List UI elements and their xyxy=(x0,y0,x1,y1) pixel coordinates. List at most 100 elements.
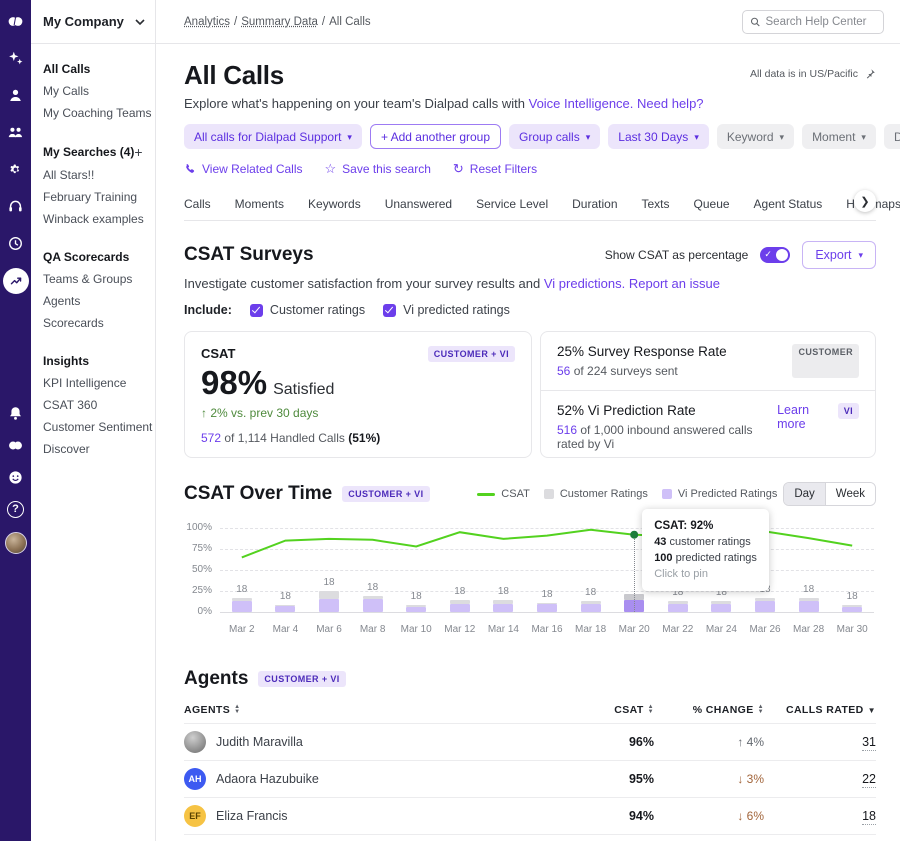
sidebar-item-csat-360[interactable]: CSAT 360 xyxy=(43,394,143,416)
avatar: EF xyxy=(184,805,206,827)
breadcrumb-summary-data[interactable]: Summary Data xyxy=(241,16,318,28)
user-avatar[interactable] xyxy=(5,532,27,554)
agent-csat: 94% xyxy=(584,809,654,823)
chart-plot-area[interactable]: CSAT: 92% 43 customer ratings 100 predic… xyxy=(220,524,874,616)
page-title: All Calls xyxy=(184,60,284,91)
header-agents[interactable]: AGENTS▲▼ xyxy=(184,704,584,716)
table-row[interactable]: AHAdaora Hazubuike 95% ↓ 3% 22 xyxy=(184,760,876,797)
chevron-down-icon: ▾ xyxy=(694,132,699,143)
sidebar-item-kpi-intelligence[interactable]: KPI Intelligence xyxy=(43,372,143,394)
dialpad-chat-icon[interactable] xyxy=(7,436,25,454)
sidebar-item-my-coaching-teams[interactable]: My Coaching Teams xyxy=(43,102,143,124)
calls-rated-link[interactable]: 31 xyxy=(862,735,876,751)
tab-keywords[interactable]: Keywords xyxy=(308,197,361,220)
table-row[interactable]: EFEliza Francis 94% ↓ 6% 18 xyxy=(184,797,876,834)
sidebar-item-winback-examples[interactable]: Winback examples xyxy=(43,208,143,230)
feedback-smiley-icon[interactable] xyxy=(7,468,25,486)
need-help-link[interactable]: Need help? xyxy=(637,96,704,111)
breadcrumb: Analytics/Summary Data/All Calls xyxy=(184,16,371,28)
tab-agent-status[interactable]: Agent Status xyxy=(754,197,823,220)
settings-gear-icon[interactable] xyxy=(7,160,25,178)
rate-cards: 25% Survey Response Rate 56 of 224 surve… xyxy=(540,331,876,458)
main-area: Analytics/Summary Data/All Calls All Cal… xyxy=(156,0,900,841)
day-toggle-button[interactable]: Day xyxy=(784,483,824,505)
voice-intelligence-link[interactable]: Voice Intelligence. xyxy=(529,96,634,111)
customer-badge: CUSTOMER xyxy=(792,344,859,378)
sidebar-item-all-calls[interactable]: All Calls xyxy=(43,58,143,80)
coaching-teams-icon[interactable] xyxy=(7,123,25,141)
timezone-note: All data is in US/Pacific xyxy=(750,68,876,80)
sidebar-item-february-training[interactable]: February Training xyxy=(43,186,143,208)
agent-csat: 96% xyxy=(584,735,654,749)
header-calls-rated[interactable]: CALLS RATED▼ xyxy=(764,704,876,716)
report-issue-link[interactable]: Report an issue xyxy=(629,276,720,291)
group-calls-filter[interactable]: Group calls▾ xyxy=(509,124,600,149)
week-toggle-button[interactable]: Week xyxy=(825,483,875,505)
csat-percentage-toggle-label: Show CSAT as percentage xyxy=(605,248,749,262)
tab-queue[interactable]: Queue xyxy=(694,197,730,220)
customer-ratings-checkbox[interactable]: Customer ratings xyxy=(250,303,365,317)
breadcrumb-analytics[interactable]: Analytics xyxy=(184,16,230,28)
chevron-down-icon: ▾ xyxy=(861,132,866,143)
filter-group-pill[interactable]: All calls for Dialpad Support▾ xyxy=(184,124,362,149)
sidebar-item-teams-groups[interactable]: Teams & Groups xyxy=(43,268,143,290)
add-search-button[interactable]: + xyxy=(134,144,144,160)
support-headset-icon[interactable] xyxy=(7,197,25,215)
sidebar-item-scorecards[interactable]: Scorecards xyxy=(43,312,143,334)
tab-service-level[interactable]: Service Level xyxy=(476,197,548,220)
tab-texts[interactable]: Texts xyxy=(642,197,670,220)
analytics-icon-active[interactable] xyxy=(3,268,29,294)
tab-moments[interactable]: Moments xyxy=(235,197,284,220)
app-root: ? My Company All Calls My Calls My Coach… xyxy=(0,0,900,841)
call-history-icon[interactable] xyxy=(7,234,25,252)
date-range-filter[interactable]: Last 30 Days▾ xyxy=(608,124,709,149)
csat-description: Investigate customer satisfaction from y… xyxy=(184,276,876,291)
prediction-rate-title: 52% Vi Prediction Rate xyxy=(557,403,777,418)
company-selector[interactable]: My Company xyxy=(31,0,155,44)
table-row[interactable]: Philippe Salah 94% ↓ 2% 19 xyxy=(184,834,876,841)
agent-change: ↓ 6% xyxy=(654,809,764,823)
view-related-calls-link[interactable]: View Related Calls xyxy=(184,161,303,177)
help-search[interactable] xyxy=(742,10,884,34)
calls-rated-link[interactable]: 22 xyxy=(862,772,876,788)
vi-predictions-link[interactable]: Vi predictions. xyxy=(544,276,625,291)
moment-filter[interactable]: Moment▾ xyxy=(802,124,876,149)
tab-duration[interactable]: Duration xyxy=(572,197,617,220)
keyword-filter[interactable]: Keyword▾ xyxy=(717,124,794,149)
sidebar-item-customer-sentiment[interactable]: Customer Sentiment xyxy=(43,416,143,438)
search-input[interactable] xyxy=(766,16,876,28)
chevron-down-icon: ▾ xyxy=(780,132,785,143)
pin-icon[interactable] xyxy=(864,68,876,80)
export-button[interactable]: Export▾ xyxy=(802,241,876,269)
sidebar-item-discover[interactable]: Discover xyxy=(43,438,143,460)
sort-icon: ▲▼ xyxy=(234,705,240,715)
handled-calls-link[interactable]: 572 xyxy=(201,431,221,445)
chart-x-axis: Mar 2Mar 4Mar 6Mar 8Mar 10Mar 12Mar 14Ma… xyxy=(220,624,874,642)
csat-percentage-toggle[interactable]: ✓ xyxy=(760,247,790,263)
vi-predicted-ratings-checkbox[interactable]: Vi predicted ratings xyxy=(383,303,510,317)
help-icon[interactable]: ? xyxy=(7,500,25,518)
dialpad-logo-icon[interactable] xyxy=(7,12,25,30)
notifications-bell-icon[interactable] xyxy=(7,404,25,422)
reset-filters-link[interactable]: ↻ Reset Filters xyxy=(453,161,537,177)
tab-unanswered[interactable]: Unanswered xyxy=(385,197,452,220)
ai-sparkles-icon[interactable] xyxy=(7,49,25,67)
learn-more-link[interactable]: Learn more xyxy=(777,403,828,431)
table-row[interactable]: Judith Maravilla 96% ↑ 4% 31 xyxy=(184,723,876,760)
tab-calls[interactable]: Calls xyxy=(184,197,211,220)
save-search-link[interactable]: ☆ Save this search xyxy=(325,161,431,177)
agent-name: Adaora Hazubuike xyxy=(216,772,319,786)
header-csat[interactable]: CSAT▲▼ xyxy=(584,704,654,716)
add-another-group-button[interactable]: + Add another group xyxy=(370,124,501,149)
duration-filter[interactable]: Duration▾ xyxy=(884,124,900,149)
calls-rated-link[interactable]: 18 xyxy=(862,809,876,825)
tabs-scroll-right-button[interactable]: ❯ xyxy=(854,190,876,212)
sidebar-item-agents[interactable]: Agents xyxy=(43,290,143,312)
contacts-icon[interactable] xyxy=(7,86,25,104)
company-name: My Company xyxy=(43,14,124,29)
rated-calls-link[interactable]: 516 xyxy=(557,423,577,437)
sidebar-item-all-stars[interactable]: All Stars!! xyxy=(43,164,143,186)
sidebar-item-my-calls[interactable]: My Calls xyxy=(43,80,143,102)
header-pct-change[interactable]: % CHANGE▲▼ xyxy=(654,704,764,716)
surveys-link[interactable]: 56 xyxy=(557,364,570,378)
